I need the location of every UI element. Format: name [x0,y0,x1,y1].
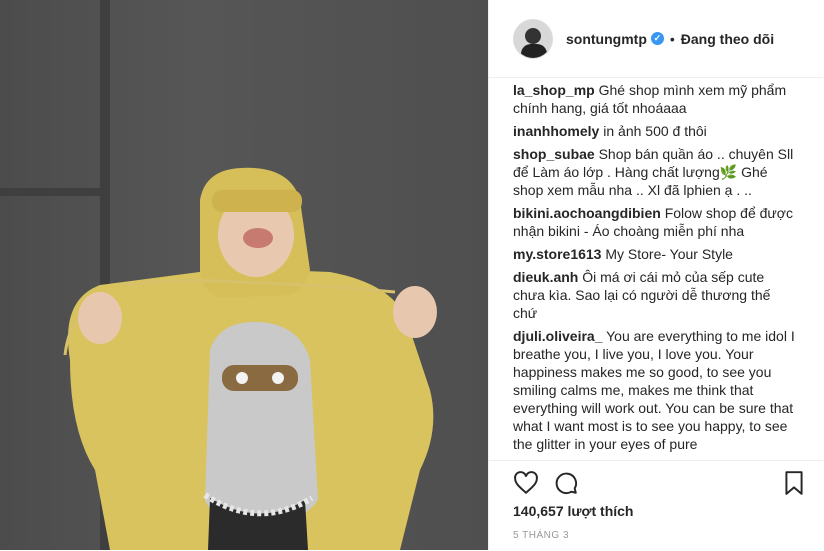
comment-username[interactable]: inanhhomely [513,123,599,139]
heart-icon[interactable] [513,470,539,496]
comment-item: shop_subae Shop bán quần áo .. chuyên Sl… [513,145,797,199]
action-icons-row [513,470,807,496]
comment-username[interactable]: dieuk.anh [513,269,578,285]
comment-icon[interactable] [553,470,579,496]
post-date[interactable]: 5 THÁNG 3 [513,530,569,541]
author-username[interactable]: sontungmtp [566,31,647,47]
post-actions: 140,657 lượt thích 5 THÁNG 3 [489,460,823,551]
comment-text: You are everything to me idol I breathe … [513,328,795,452]
comment-username[interactable]: my.store1613 [513,246,601,262]
comment-item: bikini.aochoangdibien Folow shop để được… [513,204,797,240]
leaf-emoji: 🌿 [719,164,738,180]
comment-text: in ảnh 500 đ thôi [603,123,707,139]
post-sidebar: sontungmtp ✓ • Đang theo dõi la_shop_mp … [488,0,823,550]
post-modal: sontungmtp ✓ • Đang theo dõi la_shop_mp … [0,0,824,550]
post-photo [0,0,488,550]
separator-dot: • [669,30,675,47]
verified-badge-icon: ✓ [650,32,664,45]
person-illustration [63,167,437,550]
comment-item: inanhhomely in ảnh 500 đ thôi [513,122,797,140]
likes-count[interactable]: 140,657 lượt thích [513,503,633,519]
comment-username[interactable]: la_shop_mp [513,82,595,98]
comment-username[interactable]: bikini.aochoangdibien [513,205,661,221]
comment-item: djuli.oliveira_ You are everything to me… [513,327,797,453]
comment-item: dieuk.anh Ôi má ơi cái mỏ của sếp cute c… [513,268,797,322]
following-button[interactable]: Đang theo dõi [681,31,774,47]
comment-username[interactable]: shop_subae [513,146,595,162]
comment-username[interactable]: djuli.oliveira_ [513,328,602,344]
comment-text: My Store- Your Style [605,246,733,262]
comment-item: my.store1613 My Store- Your Style [513,245,797,263]
bookmark-icon[interactable] [781,470,807,496]
comments-list[interactable]: la_shop_mp Ghé shop mình xem mỹ phẩm chí… [489,78,823,460]
post-header: sontungmtp ✓ • Đang theo dõi [489,0,823,78]
comment-item: la_shop_mp Ghé shop mình xem mỹ phẩm chí… [513,81,797,117]
avatar[interactable] [513,18,553,59]
